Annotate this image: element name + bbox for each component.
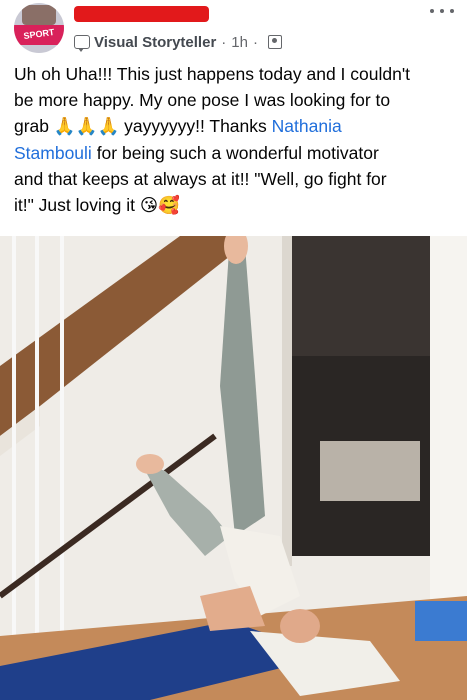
- post-text-line: it!" Just loving it 😘🥰: [14, 192, 454, 219]
- post-meta: Visual Storyteller · 1h ·: [74, 33, 282, 52]
- post-image[interactable]: [0, 236, 467, 700]
- audience-icon[interactable]: [267, 35, 282, 49]
- mention-link-continued[interactable]: Stambouli: [14, 143, 92, 163]
- post-header: SPORT Visual Storyteller · 1h ·: [0, 0, 467, 56]
- meta-separator: ·: [221, 33, 227, 51]
- pray-emoji: 🙏🙏🙏: [53, 117, 120, 137]
- post-text-line: Stambouli for being such a wonderful mot…: [14, 140, 454, 166]
- post-text-line: grab 🙏🙏🙏 yayyyyyy!! Thanks Nathania: [14, 113, 454, 140]
- text-span: grab: [14, 116, 54, 136]
- text-span: yayyyyyy!! Thanks: [119, 116, 272, 136]
- facebook-post: SPORT Visual Storyteller · 1h · Uh oh Uh…: [0, 0, 467, 700]
- post-text-line: Uh oh Uha!!! This just happens today and…: [14, 64, 411, 84]
- more-icon[interactable]: [430, 4, 454, 18]
- author-name-redacted[interactable]: [74, 6, 209, 22]
- avatar[interactable]: SPORT: [14, 3, 64, 53]
- post-time[interactable]: 1h: [231, 34, 248, 51]
- post-text-line: and that keeps at always at it!! "Well, …: [14, 169, 387, 189]
- visual-storyteller-badge-icon: [74, 35, 90, 52]
- avatar-photo: [22, 5, 56, 25]
- post-image-illustration: [0, 236, 467, 700]
- badge-label[interactable]: Visual Storyteller: [94, 34, 216, 51]
- post-text: Uh oh Uha!!! This just happens today and…: [14, 61, 454, 219]
- meta-separator-2: ·: [252, 33, 258, 51]
- post-text-line: be more happy. My one pose I was looking…: [14, 90, 391, 110]
- text-span: for being such a wonderful motivator: [91, 143, 379, 163]
- kiss-emoji: 😘🥰: [139, 196, 180, 216]
- text-span: it!" Just loving it: [14, 195, 140, 215]
- mention-link[interactable]: Nathania: [272, 116, 342, 136]
